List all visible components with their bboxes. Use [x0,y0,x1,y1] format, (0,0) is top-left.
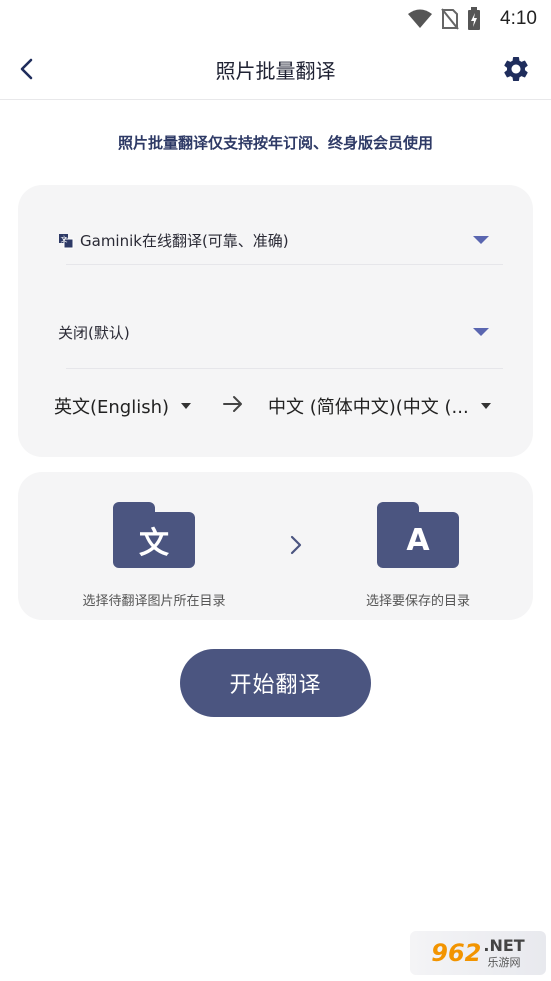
watermark-number: 962 [431,939,482,967]
source-language-select[interactable]: 英文(English) [54,393,192,419]
caret-down-icon [473,328,489,336]
watermark-domain: .NET [483,936,525,955]
status-time: 4:10 [500,8,537,29]
source-language-value: 英文(English) [54,397,170,418]
chevron-right-icon [290,535,302,555]
caret-down-icon [181,403,192,409]
app-bar: 照片批量翻译 [0,38,551,100]
mode-select[interactable]: 关闭(默认) [58,307,503,369]
gear-icon [504,56,528,81]
target-language-select[interactable]: 中文 (简体中文)(中文 (... [268,393,491,419]
no-sim-icon [441,8,459,30]
divider [66,368,503,369]
source-folder-button[interactable]: 文 选择待翻译图片所在目录 [58,502,250,609]
translation-settings-card: 文 Gaminik在线翻译(可靠、准确) 关闭(默认) 英文(English) … [18,185,533,457]
watermark-logo: 962 .NET 乐游网 [410,931,546,975]
translate-engine-icon: 文 [59,233,74,248]
folder-save-icon: A [377,502,459,568]
svg-text:文: 文 [61,234,68,243]
mode-select-value: 关闭(默认) [58,324,130,342]
folder-glyph: 文 [113,512,195,568]
folder-select-card: 文 选择待翻译图片所在目录 A 选择要保存的目录 [18,472,533,620]
divider [66,264,503,265]
engine-select[interactable]: 文 Gaminik在线翻译(可靠、准确) [58,215,503,265]
folder-translate-icon: 文 [113,502,195,568]
arrow-right-icon [223,396,242,412]
caret-down-icon [473,236,489,244]
battery-charging-icon [468,7,480,30]
destination-folder-caption: 选择要保存的目录 [365,594,470,609]
wifi-icon [408,9,432,28]
destination-folder-button[interactable]: A 选择要保存的目录 [338,502,498,609]
page-title: 照片批量翻译 [215,59,336,83]
membership-notice: 照片批量翻译仅支持按年订阅、终身版会员使用 [117,134,433,152]
language-row: 英文(English) 中文 (简体中文)(中文 (... [18,381,533,429]
watermark-sub: 乐游网 [487,956,521,969]
engine-select-value: Gaminik在线翻译(可靠、准确) [80,232,289,250]
source-folder-caption: 选择待翻译图片所在目录 [82,594,226,609]
status-bar: 4:10 [0,0,551,38]
folder-glyph: A [377,512,459,568]
target-language-value: 中文 (简体中文)(中文 (... [268,397,469,418]
settings-button[interactable] [501,54,531,84]
status-icons [407,7,481,31]
engine-select-label: 文 Gaminik在线翻译(可靠、准确) [58,230,289,251]
start-translate-button[interactable]: 开始翻译 [180,649,371,717]
caret-down-icon [480,403,491,409]
